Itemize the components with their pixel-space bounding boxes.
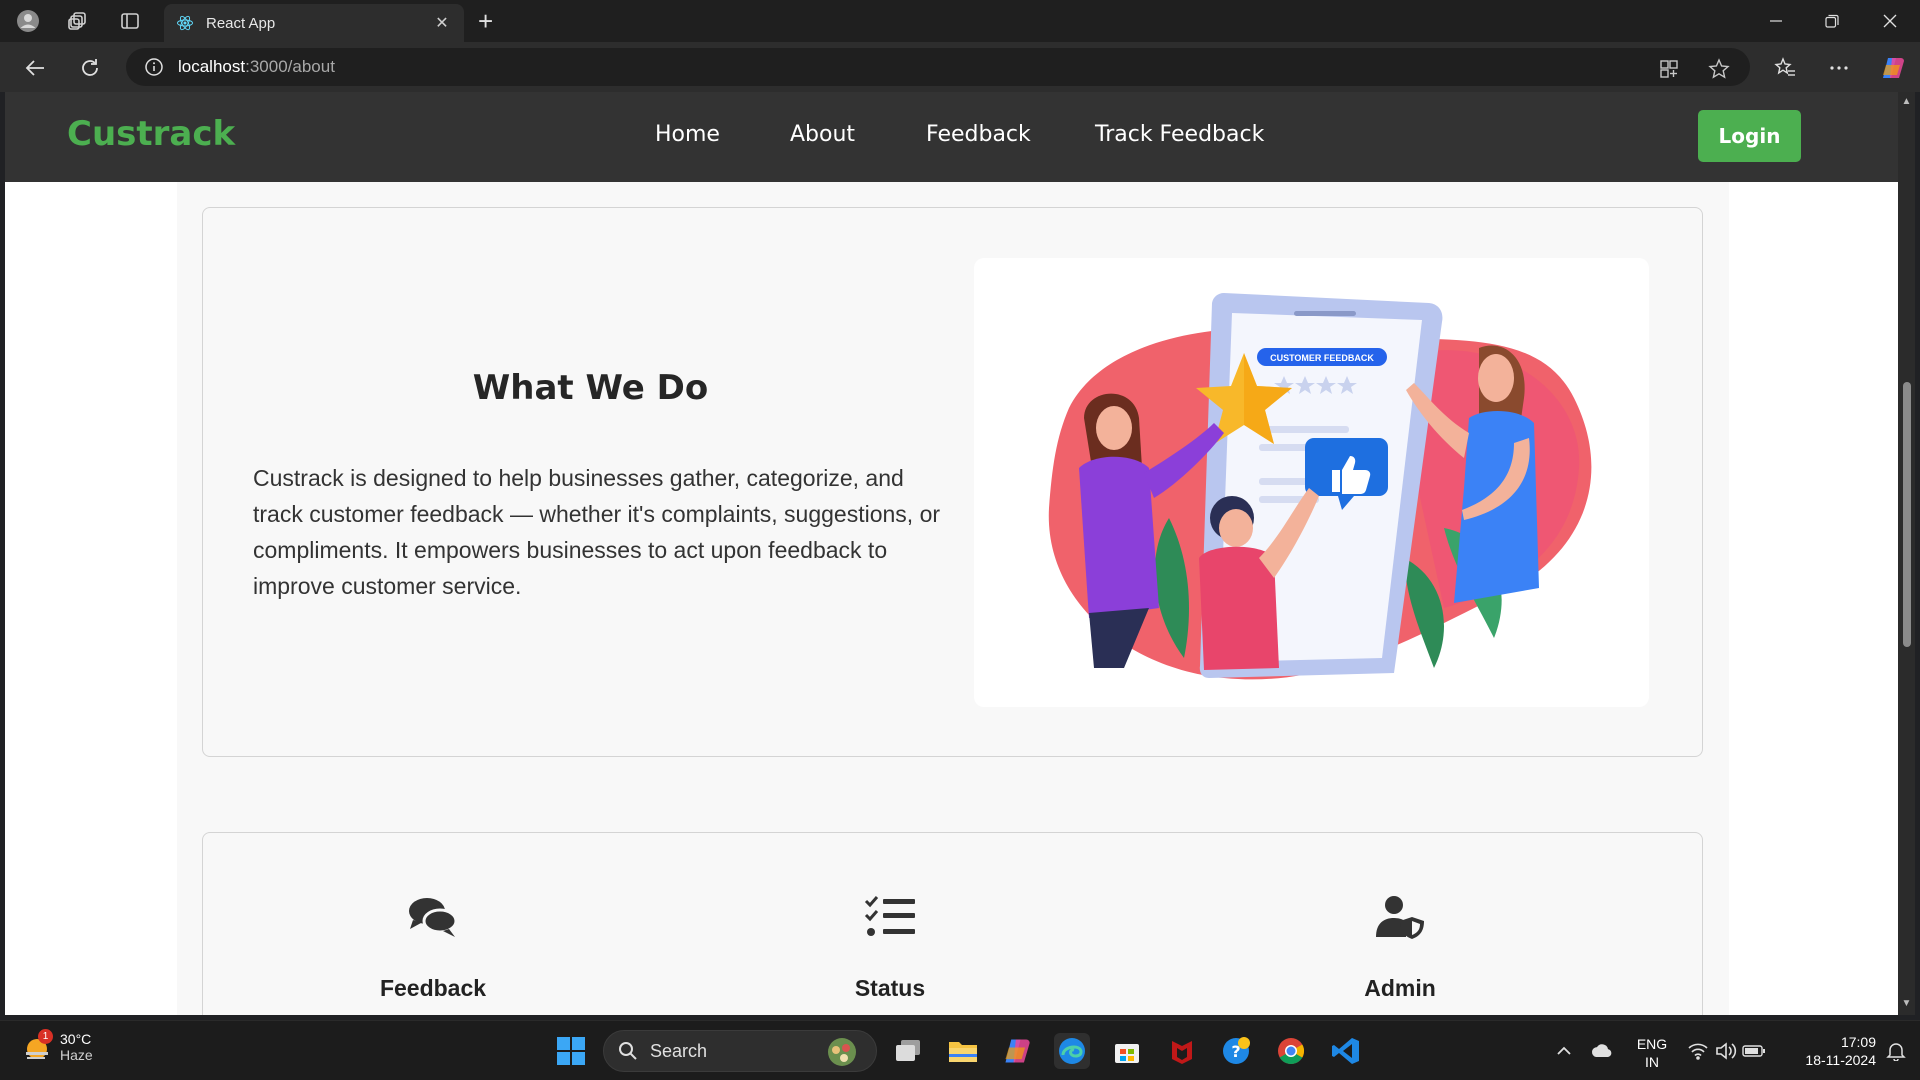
nav-link-track-feedback[interactable]: Track Feedback: [1095, 122, 1264, 147]
feature-label-status: Status: [854, 975, 926, 1001]
features-card: Feedback Status Admin: [202, 832, 1703, 1015]
illustration-badge-text: CUSTOMER FEEDBACK: [1270, 353, 1374, 363]
browser-tab-bar: React App ✕ +: [0, 0, 1920, 42]
close-window-icon[interactable]: [1878, 10, 1902, 32]
react-logo-icon: [177, 15, 193, 31]
weather-widget[interactable]: 1 30°C Haze: [22, 1029, 93, 1063]
minimize-icon[interactable]: [1764, 10, 1788, 32]
file-explorer-icon[interactable]: [945, 1033, 981, 1069]
comments-icon: [409, 898, 458, 937]
user-shield-icon: [1376, 896, 1424, 939]
feature-feedback: Feedback: [283, 895, 583, 1002]
scroll-up-icon[interactable]: ▲: [1901, 96, 1912, 107]
tab-title: React App: [206, 14, 276, 32]
mcafee-icon[interactable]: [1164, 1033, 1200, 1069]
section-title: What We Do: [472, 368, 709, 408]
copilot-icon[interactable]: [1880, 55, 1906, 81]
profile-avatar-icon[interactable]: [16, 9, 40, 33]
search-label: Search: [650, 1040, 708, 1061]
favorite-star-icon[interactable]: [1708, 58, 1730, 80]
battery-icon[interactable]: [1736, 1033, 1772, 1069]
section-description: Custrack is designed to help businesses …: [253, 465, 941, 599]
what-we-do-card: What We Do Custrack is designed to help …: [202, 207, 1703, 757]
help-icon[interactable]: ?: [1218, 1033, 1254, 1069]
nav-link-about[interactable]: About: [790, 122, 855, 147]
chrome-icon[interactable]: [1273, 1033, 1309, 1069]
region-code: IN: [1645, 1054, 1659, 1070]
favorites-icon[interactable]: [1772, 55, 1798, 81]
svg-text:?: ?: [1231, 1042, 1240, 1061]
feature-label-feedback: Feedback: [379, 975, 487, 1001]
notifications-icon[interactable]: [1878, 1033, 1914, 1069]
app-available-icon[interactable]: [1658, 58, 1680, 80]
vscode-icon[interactable]: [1328, 1033, 1364, 1069]
site-info-icon[interactable]: [144, 57, 164, 77]
taskbar-search[interactable]: Search: [603, 1030, 877, 1072]
url-path: :3000/about: [245, 57, 335, 76]
feature-status: Status: [740, 895, 1040, 1002]
weather-temp: 30°C: [60, 1031, 92, 1047]
scroll-thumb[interactable]: [1903, 382, 1911, 647]
microsoft-store-icon[interactable]: [1109, 1033, 1145, 1069]
new-tab-icon[interactable]: +: [478, 8, 493, 34]
show-hidden-icons-icon[interactable]: [1546, 1033, 1582, 1069]
address-bar[interactable]: localhost:3000/about: [126, 48, 1750, 86]
task-view-icon[interactable]: [890, 1033, 926, 1069]
nav-link-home[interactable]: Home: [655, 122, 720, 147]
back-arrow-icon[interactable]: [22, 55, 48, 81]
restore-icon[interactable]: [1820, 10, 1844, 32]
tasks-list-icon: [864, 896, 915, 936]
login-button[interactable]: Login: [1698, 110, 1801, 162]
feature-admin: Admin: [1250, 895, 1550, 1002]
more-options-icon[interactable]: [1826, 55, 1852, 81]
edge-browser-icon[interactable]: [1054, 1033, 1090, 1069]
page-viewport: Custrack Home About Feedback Track Feedb…: [5, 92, 1898, 1015]
browser-tab-active[interactable]: React App ✕: [164, 4, 464, 42]
page-scrollbar[interactable]: ▲ ▼: [1898, 92, 1915, 1015]
search-icon: [619, 1042, 637, 1060]
language-indicator[interactable]: ENG IN: [1632, 1035, 1672, 1071]
main-content: What We Do Custrack is designed to help …: [177, 182, 1729, 1015]
nav-link-feedback[interactable]: Feedback: [926, 122, 1031, 147]
refresh-icon[interactable]: [77, 55, 103, 81]
close-tab-icon[interactable]: ✕: [432, 13, 452, 33]
weather-badge: 1: [38, 1029, 53, 1044]
weather-condition: Haze: [60, 1047, 93, 1063]
windows-taskbar: 1 30°C Haze Search ? ENG IN 17:09 18-11-…: [0, 1020, 1920, 1080]
url-host: localhost: [178, 57, 246, 76]
language-code: ENG: [1636, 1036, 1668, 1052]
customer-feedback-illustration: CUSTOMER FEEDBACK: [974, 258, 1649, 707]
clock[interactable]: 17:09 18-11-2024: [1776, 1033, 1876, 1069]
vertical-tabs-icon[interactable]: [118, 9, 142, 33]
windows-start-icon[interactable]: [553, 1033, 589, 1069]
copilot-app-icon[interactable]: [999, 1033, 1035, 1069]
browser-toolbar: localhost:3000/about: [0, 42, 1920, 92]
onedrive-icon[interactable]: [1584, 1033, 1620, 1069]
clock-time: 17:09: [1840, 1034, 1876, 1050]
weather-icon: 1: [22, 1029, 53, 1062]
search-highlight-icon: [828, 1038, 856, 1066]
scroll-down-icon[interactable]: ▼: [1901, 998, 1912, 1009]
feature-label-admin: Admin: [1364, 975, 1436, 1001]
workspaces-icon[interactable]: [66, 9, 90, 33]
brand-logo[interactable]: Custrack: [67, 114, 235, 154]
clock-date: 18-11-2024: [1805, 1052, 1876, 1068]
site-navbar: Custrack Home About Feedback Track Feedb…: [5, 92, 1898, 182]
